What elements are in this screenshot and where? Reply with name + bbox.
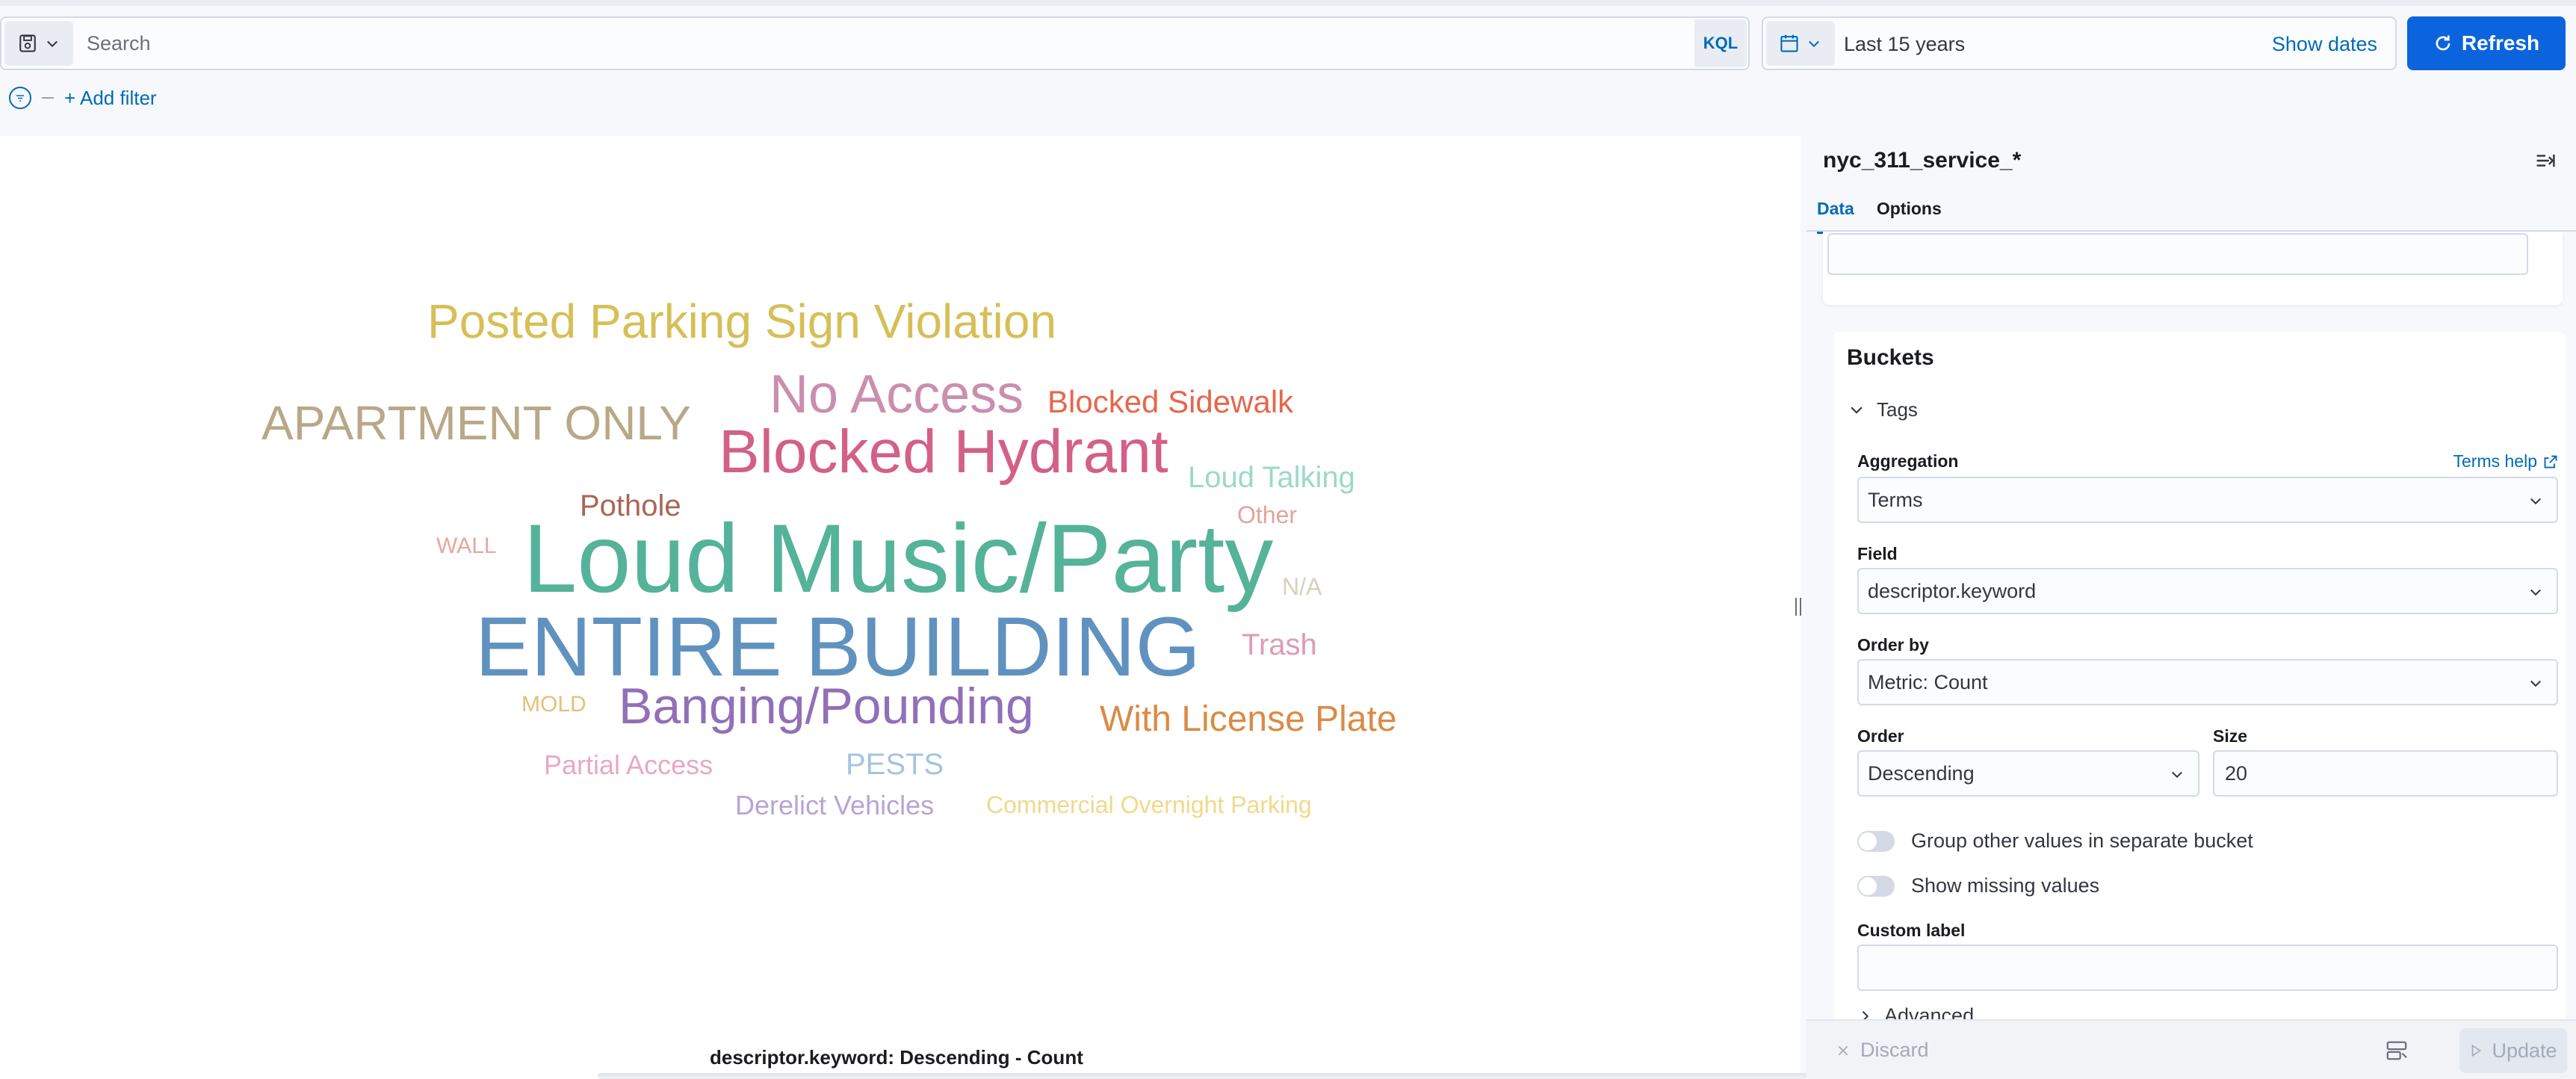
sidebar-tabs: Data Options: [1817, 196, 1942, 234]
show-missing-toggle[interactable]: [1857, 875, 1895, 897]
tag-cloud-word[interactable]: PESTS: [846, 748, 944, 781]
custom-label-label: Custom label: [1857, 921, 1966, 940]
quick-date-menu-button[interactable]: [1766, 21, 1835, 66]
size-input[interactable]: [2213, 750, 2558, 797]
group-other-row: Group other values in separate bucket: [1857, 829, 2253, 853]
tag-cloud-word[interactable]: Banging/Pounding: [619, 678, 1034, 735]
chevron-down-icon: [1809, 40, 1819, 48]
group-other-toggle[interactable]: [1857, 830, 1895, 852]
tags-accordion-toggle[interactable]: Tags: [1848, 389, 1918, 430]
order-by-select[interactable]: Metric: Count: [1857, 659, 2558, 705]
size-label: Size: [2213, 726, 2248, 746]
chevron-down-icon: [2530, 498, 2541, 505]
date-range-label[interactable]: Last 15 years: [1844, 33, 1965, 56]
terms-help-label: Terms help: [2453, 451, 2537, 471]
refresh-icon: [2436, 35, 2450, 51]
order-label: Order: [1857, 726, 1904, 746]
tag-cloud-word[interactable]: Commercial Overnight Parking: [986, 791, 1312, 818]
order-by-label: Order by: [1857, 635, 1929, 655]
search-input[interactable]: [76, 18, 1697, 69]
date-picker: Last 15 years Show dates: [1762, 16, 2397, 70]
refresh-label: Refresh: [2461, 31, 2540, 55]
filter-options-button[interactable]: [9, 87, 31, 109]
terms-help-link[interactable]: Terms help: [2453, 451, 2558, 472]
tag-cloud-word[interactable]: Loud Music/Party: [523, 504, 1273, 613]
play-icon: [2472, 1044, 2482, 1057]
tab-options[interactable]: Options: [1877, 196, 1942, 234]
discard-label: Discard: [1860, 1039, 1929, 1061]
tag-cloud-word[interactable]: Partial Access: [544, 749, 713, 780]
discard-button[interactable]: Discard: [1836, 1039, 1929, 1062]
chevron-down-icon: [2530, 589, 2541, 596]
tab-data[interactable]: Data: [1817, 196, 1854, 234]
panel-resize-handle[interactable]: [1793, 598, 1803, 620]
sidebar-footer: Discard Update: [1806, 1019, 2576, 1079]
tag-cloud-word[interactable]: N/A: [1282, 573, 1322, 600]
show-dates-link[interactable]: Show dates: [2272, 33, 2377, 56]
query-bar: KQL: [0, 16, 1750, 70]
field-value: descriptor.keyword: [1868, 579, 2037, 602]
tag-cloud-word[interactable]: MOLD: [521, 692, 586, 717]
calendar-icon: [1780, 34, 1798, 52]
show-missing-label: Show missing values: [1911, 874, 2100, 897]
order-value: Descending: [1868, 761, 1975, 785]
buckets-title: Buckets: [1847, 345, 1934, 370]
tag-cloud-word[interactable]: Blocked Sidewalk: [1047, 384, 1294, 419]
chevron-down-icon: [2530, 680, 2541, 687]
kql-button[interactable]: KQL: [1694, 19, 1747, 67]
aggregation-select[interactable]: Terms: [1857, 477, 2558, 523]
field-label: Field: [1857, 544, 1898, 563]
group-other-label: Group other values in separate bucket: [1911, 829, 2253, 852]
tag-cloud-word[interactable]: Loud Talking: [1188, 461, 1355, 494]
aggregation-label: Aggregation: [1857, 451, 1959, 471]
chevron-down-icon: [2172, 771, 2182, 779]
tag-cloud-word[interactable]: APARTMENT ONLY: [261, 396, 691, 450]
show-missing-row: Show missing values: [1857, 874, 2099, 897]
tag-cloud-word[interactable]: Posted Parking Sign Violation: [427, 294, 1056, 348]
filter-separator: [42, 97, 54, 99]
metric-text-field[interactable]: [1827, 233, 2528, 275]
chevron-down-icon: [1851, 406, 1863, 414]
close-icon: [1838, 1045, 1848, 1055]
order-select[interactable]: Descending: [1857, 750, 2199, 797]
tag-cloud-word[interactable]: Blocked Hydrant: [719, 418, 1168, 486]
tag-cloud-word[interactable]: No Access: [770, 365, 1024, 424]
saved-query-icon: [19, 34, 36, 52]
aggregation-value: Terms: [1868, 488, 1923, 511]
caption-shadow: [598, 1073, 2017, 1079]
buckets-card: Buckets Tags Aggregation Terms help Term…: [1833, 332, 2566, 1079]
saved-query-button[interactable]: [4, 21, 73, 66]
filter-bar: + Add filter: [9, 85, 157, 111]
metrics-card: [1823, 232, 2563, 305]
filter-icon: [16, 95, 24, 102]
tag-cloud: Posted Parking Sign ViolationNo Access Bl…: [261, 294, 1397, 820]
tag-cloud-word[interactable]: Trash: [1242, 628, 1317, 661]
external-link-icon: [2544, 455, 2557, 468]
add-filter-button[interactable]: + Add filter: [64, 87, 157, 110]
tag-cloud-word[interactable]: WALL: [436, 534, 497, 558]
custom-label-input[interactable]: [1857, 944, 2558, 991]
order-by-value: Metric: Count: [1868, 670, 1988, 693]
collapse-sidebar-button[interactable]: [2534, 151, 2557, 174]
update-button[interactable]: Update: [2459, 1028, 2567, 1073]
collapse-sidebar-icon: [2536, 154, 2555, 167]
top-strip: [0, 0, 2576, 6]
editor-sidebar: nyc_311_service_* Data Options Buckets T…: [1806, 136, 2576, 1079]
index-pattern-title: nyc_311_service_*: [1823, 148, 2022, 173]
tags-label: Tags: [1877, 398, 1918, 421]
update-label: Update: [2492, 1039, 2557, 1062]
auto-apply-icon: [2386, 1041, 2407, 1060]
chevron-down-icon: [47, 40, 58, 48]
tag-cloud-word[interactable]: Derelict Vehicles: [735, 790, 934, 820]
visualization-caption: descriptor.keyword: Descending - Count: [710, 1046, 1083, 1069]
refresh-button[interactable]: Refresh: [2407, 16, 2566, 70]
auto-apply-button[interactable]: [2382, 1036, 2412, 1066]
tag-cloud-word[interactable]: With License Plate: [1100, 699, 1397, 739]
field-select[interactable]: descriptor.keyword: [1857, 568, 2558, 614]
visualization-area: Posted Parking Sign Violation No Access Bl…: [0, 136, 1801, 1079]
